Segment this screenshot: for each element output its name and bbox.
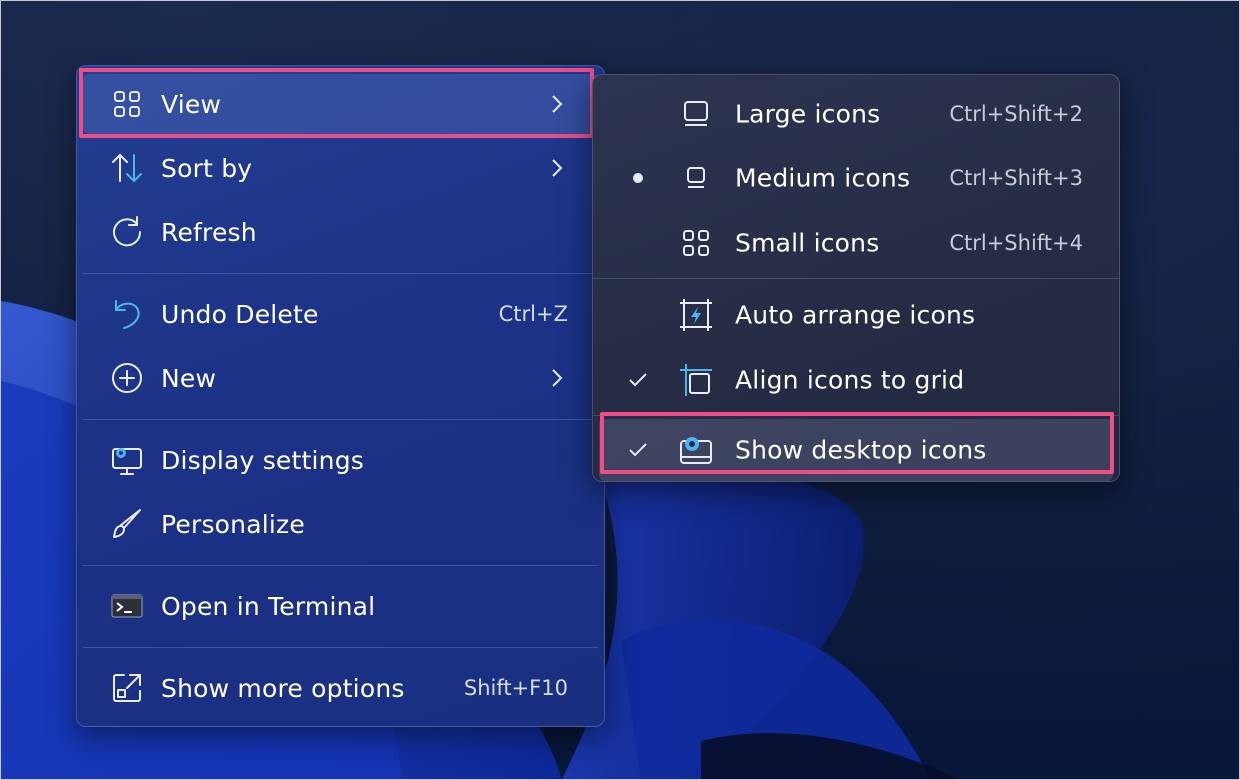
submenu-item-show-desktop-icons[interactable]: Show desktop icons <box>599 419 1113 481</box>
show-desktop-icon <box>679 433 713 467</box>
brush-icon <box>109 506 145 542</box>
menu-item-label: View <box>161 89 222 119</box>
menu-item-display-settings[interactable]: Display settings <box>83 430 598 490</box>
chevron-right-icon <box>550 157 564 179</box>
menu-item-label: New <box>161 363 217 393</box>
menu-item-new[interactable]: New <box>83 348 598 408</box>
grid-icon <box>109 86 145 122</box>
menu-separator <box>83 273 598 274</box>
submenu-item-small-icons[interactable]: Small icons Ctrl+Shift+4 <box>599 212 1113 274</box>
chevron-right-icon <box>550 367 564 389</box>
shortcut-text: Ctrl+Shift+2 <box>949 102 1083 126</box>
menu-item-open-in-terminal[interactable]: Open in Terminal <box>83 576 598 636</box>
submenu-item-large-icons[interactable]: Large icons Ctrl+Shift+2 <box>599 83 1113 145</box>
submenu-separator <box>593 415 1119 416</box>
checkmark-icon <box>627 439 649 461</box>
shortcut-text: Ctrl+Shift+4 <box>949 231 1083 255</box>
terminal-icon <box>109 588 145 624</box>
submenu-item-label: Medium icons <box>735 163 911 193</box>
submenu-item-label: Small icons <box>735 228 880 258</box>
menu-item-view[interactable]: View <box>83 74 598 134</box>
menu-item-label: Show more options <box>161 673 405 703</box>
sort-icon <box>109 150 145 186</box>
menu-separator <box>83 565 598 566</box>
align-grid-icon <box>679 363 713 397</box>
submenu-item-label: Show desktop icons <box>735 435 987 465</box>
submenu-item-label: Align icons to grid <box>735 365 965 395</box>
medium-icons-icon <box>679 161 713 195</box>
submenu-item-medium-icons[interactable]: Medium icons Ctrl+Shift+3 <box>599 147 1113 209</box>
shortcut-text: Shift+F10 <box>463 676 568 700</box>
chevron-right-icon <box>550 93 564 115</box>
new-plus-icon <box>109 360 145 396</box>
menu-item-refresh[interactable]: Refresh <box>83 202 598 262</box>
menu-item-label: Open in Terminal <box>161 591 376 621</box>
menu-item-undo-delete[interactable]: Undo Delete Ctrl+Z <box>83 284 598 344</box>
checkmark-icon <box>627 369 649 391</box>
large-icons-icon <box>679 97 713 131</box>
desktop-context-menu: View Sort by Refresh Undo Delete Ctrl+Z … <box>76 65 605 727</box>
auto-arrange-icon <box>679 298 713 332</box>
menu-item-label: Undo Delete <box>161 299 319 329</box>
menu-item-sort-by[interactable]: Sort by <box>83 138 598 198</box>
small-icons-icon <box>679 226 713 260</box>
menu-item-label: Personalize <box>161 509 305 539</box>
submenu-item-label: Auto arrange icons <box>735 300 976 330</box>
menu-separator <box>83 647 598 648</box>
selected-dot-icon <box>627 167 649 189</box>
menu-item-label: Refresh <box>161 217 257 247</box>
menu-item-label: Sort by <box>161 153 253 183</box>
submenu-item-auto-arrange-icons[interactable]: Auto arrange icons <box>599 284 1113 346</box>
menu-item-personalize[interactable]: Personalize <box>83 494 598 554</box>
submenu-separator <box>593 278 1119 279</box>
view-submenu: Large icons Ctrl+Shift+2 Medium icons Ct… <box>592 74 1120 482</box>
shortcut-text: Ctrl+Z <box>498 302 568 326</box>
menu-item-show-more-options[interactable]: Show more options Shift+F10 <box>83 658 598 718</box>
display-settings-icon <box>109 442 145 478</box>
submenu-item-label: Large icons <box>735 99 881 129</box>
menu-item-label: Display settings <box>161 445 364 475</box>
shortcut-text: Ctrl+Shift+3 <box>949 166 1083 190</box>
undo-icon <box>109 296 145 332</box>
menu-separator <box>83 419 598 420</box>
submenu-item-align-icons-to-grid[interactable]: Align icons to grid <box>599 349 1113 411</box>
external-open-icon <box>109 670 145 706</box>
refresh-icon <box>109 214 145 250</box>
